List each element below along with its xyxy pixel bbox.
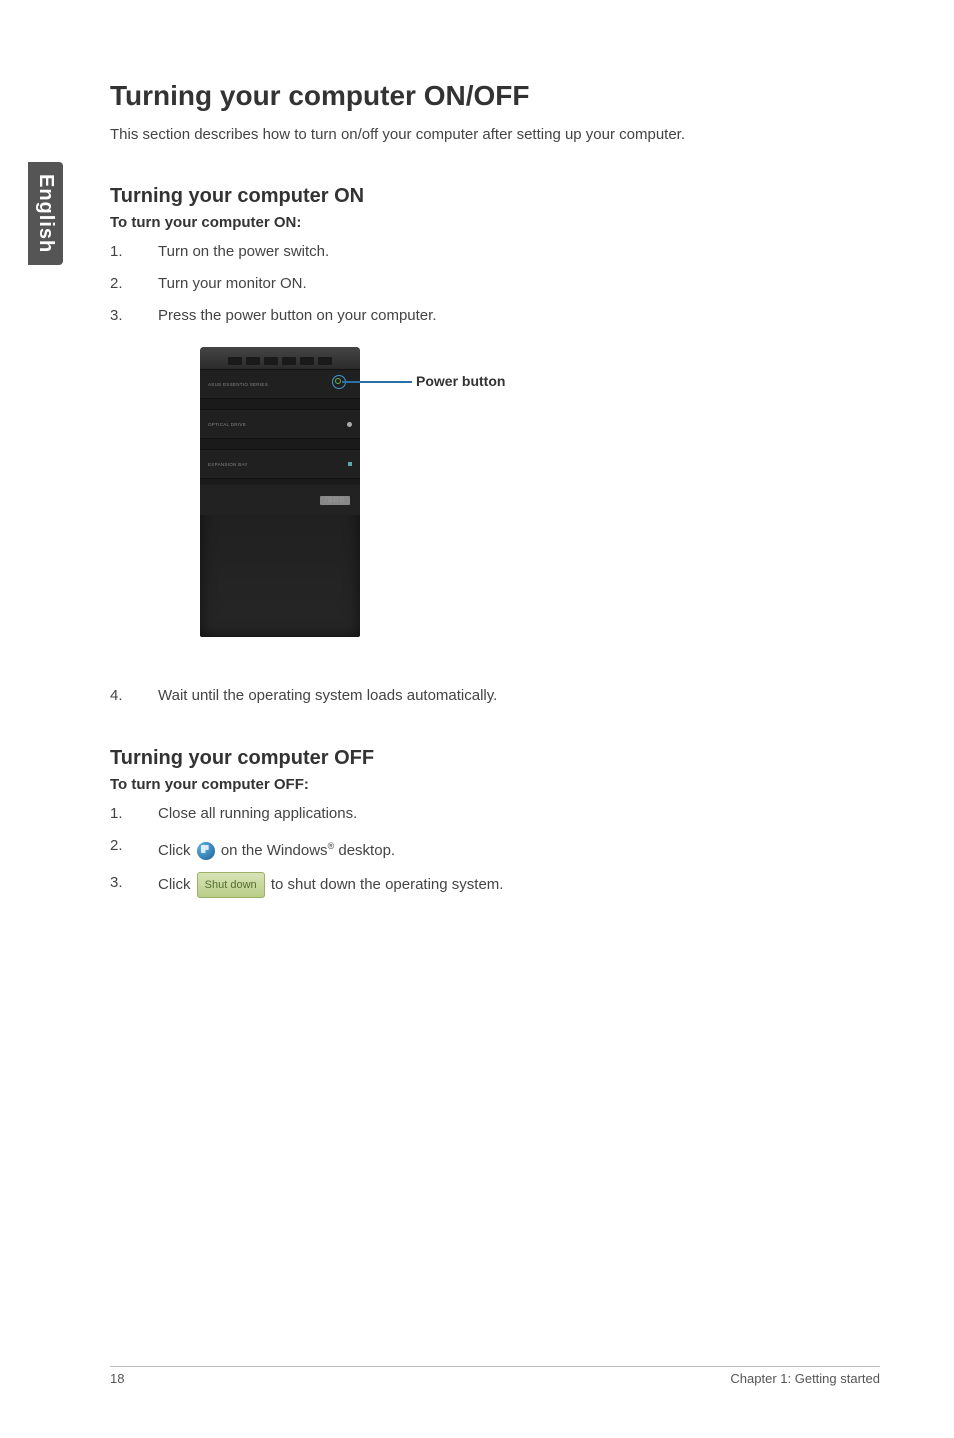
list-item: Close all running applications. [110, 803, 880, 825]
step3-text-a: Click [158, 876, 195, 893]
shutdown-button-icon: Shut down [197, 872, 265, 898]
list-item: Click on the Windows® desktop. [110, 835, 880, 862]
brand-series-label: ASUS ESSENTIO SERIES [208, 382, 268, 387]
page-title: Turning your computer ON/OFF [110, 80, 880, 112]
power-button [332, 375, 350, 393]
computer-tower: ASUS ESSENTIO SERIES OPTICAL DRIVE EXPAN… [200, 347, 360, 637]
list-item: Wait until the operating system loads au… [110, 685, 880, 707]
power-button-label: Power button [416, 373, 505, 389]
step3-text-c: to shut down the operating system. [267, 876, 504, 893]
off-steps-list: Close all running applications. Click on… [110, 803, 880, 898]
computer-figure: ASUS ESSENTIO SERIES OPTICAL DRIVE EXPAN… [200, 347, 600, 657]
list-item: Turn on the power switch. [110, 241, 880, 263]
intro-text: This section describes how to turn on/of… [110, 126, 880, 143]
step2-text-b: on the Windows [217, 842, 328, 859]
page-content: Turning your computer ON/OFF This sectio… [110, 80, 880, 918]
logo-panel: /SUS [200, 485, 360, 515]
section-off-subhead: To turn your computer OFF: [110, 776, 880, 793]
tower-top-vents [200, 347, 360, 369]
expansion-bay-panel: EXPANSION BAY [200, 449, 360, 479]
led-icon [348, 462, 352, 466]
brand-panel: ASUS ESSENTIO SERIES [200, 369, 360, 399]
on-steps-list: Turn on the power switch. Turn your moni… [110, 241, 880, 327]
off-section: Turning your computer OFF To turn your c… [110, 747, 880, 898]
optical-label: OPTICAL DRIVE [208, 422, 246, 427]
step2-text-c: desktop. [334, 842, 395, 859]
eject-icon [347, 422, 352, 427]
language-tab: English [28, 162, 63, 265]
chapter-label: Chapter 1: Getting started [730, 1371, 880, 1386]
section-on-subhead: To turn your computer ON: [110, 214, 880, 231]
optical-drive-panel: OPTICAL DRIVE [200, 409, 360, 439]
list-item: Turn your monitor ON. [110, 273, 880, 295]
page-number: 18 [110, 1371, 124, 1386]
list-item: Press the power button on your computer. [110, 305, 880, 327]
windows-start-icon [197, 842, 215, 860]
list-item: Click Shut down to shut down the operati… [110, 872, 880, 898]
callout-line [342, 381, 412, 383]
on-step4-list: Wait until the operating system loads au… [110, 685, 880, 707]
section-on-heading: Turning your computer ON [110, 185, 880, 208]
asus-logo: /SUS [320, 496, 350, 505]
section-off-heading: Turning your computer OFF [110, 747, 880, 770]
page-footer: 18 Chapter 1: Getting started [110, 1366, 880, 1386]
step2-text-a: Click [158, 842, 195, 859]
expansion-label: EXPANSION BAY [208, 462, 248, 467]
